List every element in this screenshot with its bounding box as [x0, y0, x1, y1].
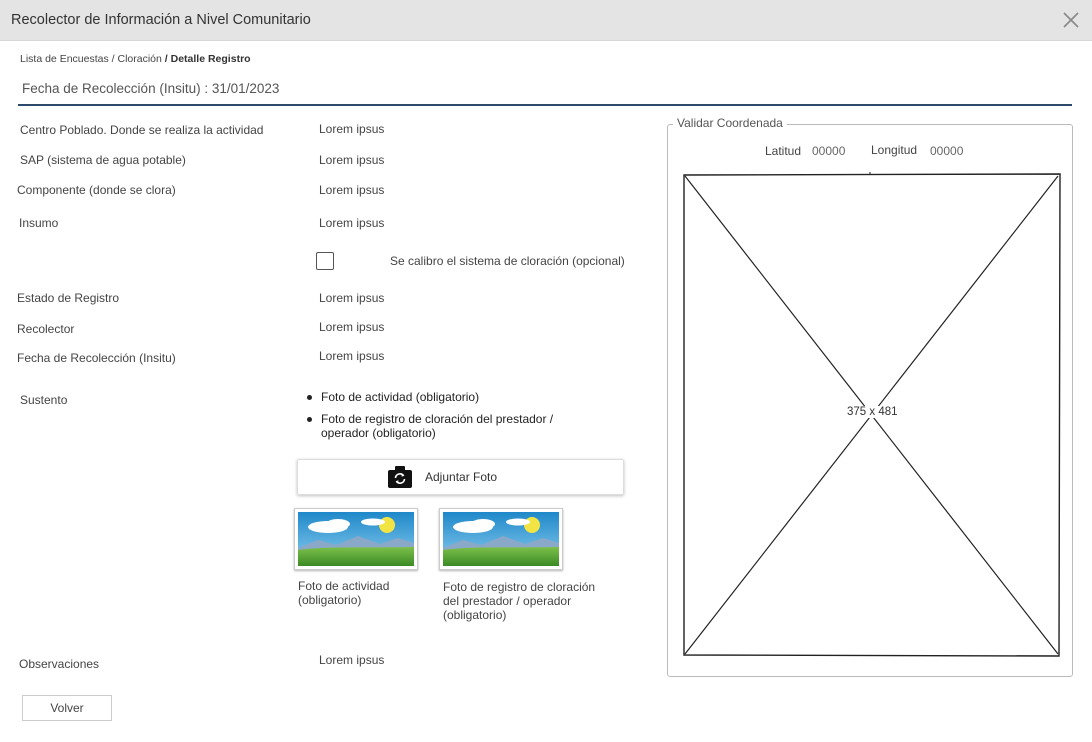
photo-caption-actividad: Foto de actividad (obligatorio): [298, 579, 390, 607]
fecha-recoleccion-value: Lorem ipsus: [319, 349, 385, 363]
sap-label: SAP (sistema de agua potable): [20, 153, 186, 167]
breadcrumb-current: Detalle Registro: [170, 53, 251, 65]
componente-label: Componente (donde se clora): [17, 183, 176, 197]
longitude-label: Longitud: [871, 143, 918, 157]
insumo-label: Insumo: [19, 216, 59, 230]
recolector-label: Recolector: [17, 322, 75, 336]
page-title: Fecha de Recolección (Insitu) : 31/01/20…: [22, 81, 280, 96]
observaciones-value: Lorem ipsus: [319, 653, 385, 667]
recolector-value: Lorem ipsus: [319, 320, 385, 334]
breadcrumb-item-cloracion[interactable]: Cloración: [118, 53, 162, 65]
photo-thumbnail-actividad[interactable]: [294, 508, 418, 570]
photo-thumbnail-registro[interactable]: [439, 508, 563, 570]
calibracion-checkbox[interactable]: [316, 252, 334, 270]
estado-registro-value: Lorem ipsus: [319, 291, 385, 305]
list-item: Foto de actividad (obligatorio): [305, 390, 565, 404]
header-divider: [18, 104, 1072, 106]
attach-photo-label: Adjuntar Foto: [425, 470, 498, 484]
longitude-value: 00000: [930, 144, 964, 158]
list-item: Foto de registro de cloración del presta…: [305, 412, 565, 440]
sustento-label: Sustento: [20, 393, 68, 407]
centro-poblado-value: Lorem ipsus: [319, 122, 385, 136]
map-placeholder-size: 375 x 481: [846, 406, 899, 418]
centro-poblado-label: Centro Poblado. Donde se realiza la acti…: [20, 123, 264, 137]
window-title: Recolector de Información a Nivel Comuni…: [11, 12, 311, 28]
latitude-label: Latitud: [765, 144, 802, 158]
photo-caption-registro: Foto de registro de cloración del presta…: [443, 580, 596, 622]
sustento-requirements-list: Foto de actividad (obligatorio) Foto de …: [305, 390, 565, 448]
breadcrumb-separator: /: [161, 53, 171, 65]
landscape-image-icon: [443, 512, 559, 566]
insumo-value: Lorem ipsus: [319, 216, 385, 230]
calibracion-label: Se calibro el sistema de cloración (opci…: [390, 254, 625, 268]
close-icon[interactable]: [1062, 11, 1080, 29]
attach-photo-button[interactable]: Adjuntar Foto: [297, 459, 624, 495]
latitude-value: 00000: [812, 144, 846, 158]
fecha-recoleccion-label: Fecha de Recolección (Insitu): [17, 351, 176, 365]
coordinate-panel-legend: Validar Coordenada: [673, 116, 787, 130]
breadcrumb: Lista de Encuestas / Cloración / Detalle…: [20, 53, 251, 65]
sap-value: Lorem ipsus: [319, 153, 385, 167]
back-button[interactable]: Volver: [22, 695, 112, 721]
breadcrumb-item-encuestas[interactable]: Lista de Encuestas: [20, 53, 109, 65]
estado-registro-label: Estado de Registro: [17, 291, 120, 305]
componente-value: Lorem ipsus: [319, 183, 385, 197]
camera-icon: [388, 466, 412, 488]
observaciones-label: Observaciones: [19, 657, 100, 671]
title-bar: Recolector de Información a Nivel Comuni…: [0, 0, 1092, 41]
breadcrumb-separator: /: [108, 53, 118, 65]
landscape-image-icon: [298, 512, 414, 566]
